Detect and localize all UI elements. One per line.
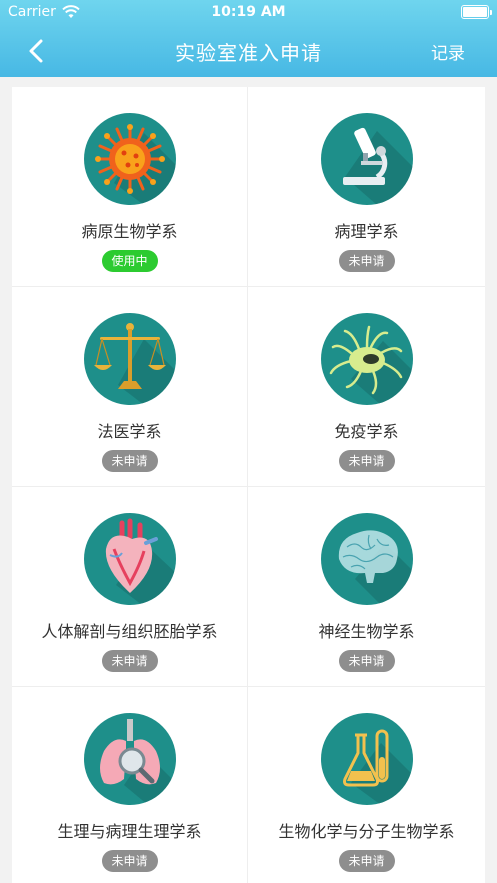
status-badge: 未申请 (101, 850, 158, 872)
brain-icon (320, 513, 413, 605)
header: Carrier 10:19 AM 实验室准入申请 记录 (0, 0, 497, 77)
lab-card[interactable]: 生理与病理生理学系 未申请 (12, 687, 248, 883)
immune-cell-icon (320, 313, 413, 405)
lab-grid: 病原生物学系 使用中 病理学系 未申请 法医学系 未申请 免疫学系 未申请 人体… (12, 87, 485, 883)
lab-card[interactable]: 法医学系 未申请 (12, 287, 248, 487)
nav-bar: 实验室准入申请 记录 (0, 26, 497, 77)
lab-card[interactable]: 病原生物学系 使用中 (12, 87, 248, 287)
microscope-icon (320, 113, 413, 205)
lab-name: 人体解剖与组织胚胎学系 (41, 622, 218, 641)
status-badge: 未申请 (338, 650, 395, 672)
status-badge: 未申请 (101, 650, 158, 672)
scales-icon (83, 313, 176, 405)
record-link[interactable]: 记录 (431, 39, 465, 64)
lab-card[interactable]: 人体解剖与组织胚胎学系 未申请 (12, 487, 248, 687)
page-title: 实验室准入申请 (175, 41, 322, 65)
lab-name: 神经生物学系 (318, 622, 415, 641)
lab-name: 病原生物学系 (81, 222, 178, 241)
virus-icon (83, 113, 176, 205)
status-badge: 未申请 (338, 850, 395, 872)
lab-card[interactable]: 神经生物学系 未申请 (248, 487, 485, 687)
status-time: 10:19 AM (211, 4, 286, 20)
lab-name: 生物化学与分子生物学系 (278, 822, 455, 841)
lungs-icon (83, 713, 176, 805)
status-badge: 使用中 (101, 250, 158, 272)
status-badge: 未申请 (338, 250, 395, 272)
lab-card[interactable]: 生物化学与分子生物学系 未申请 (248, 687, 485, 883)
status-badge: 未申请 (101, 450, 158, 472)
status-badge: 未申请 (338, 450, 395, 472)
flask-icon (320, 713, 413, 805)
lab-name: 病理学系 (334, 222, 399, 241)
lab-card[interactable]: 免疫学系 未申请 (248, 287, 485, 487)
lab-name: 免疫学系 (334, 422, 399, 441)
lab-name: 生理与病理生理学系 (57, 822, 202, 841)
battery-icon (461, 5, 492, 19)
status-bar: Carrier 10:19 AM (0, 0, 497, 26)
heart-icon (83, 513, 176, 605)
lab-card[interactable]: 病理学系 未申请 (248, 87, 485, 287)
lab-name: 法医学系 (97, 422, 162, 441)
